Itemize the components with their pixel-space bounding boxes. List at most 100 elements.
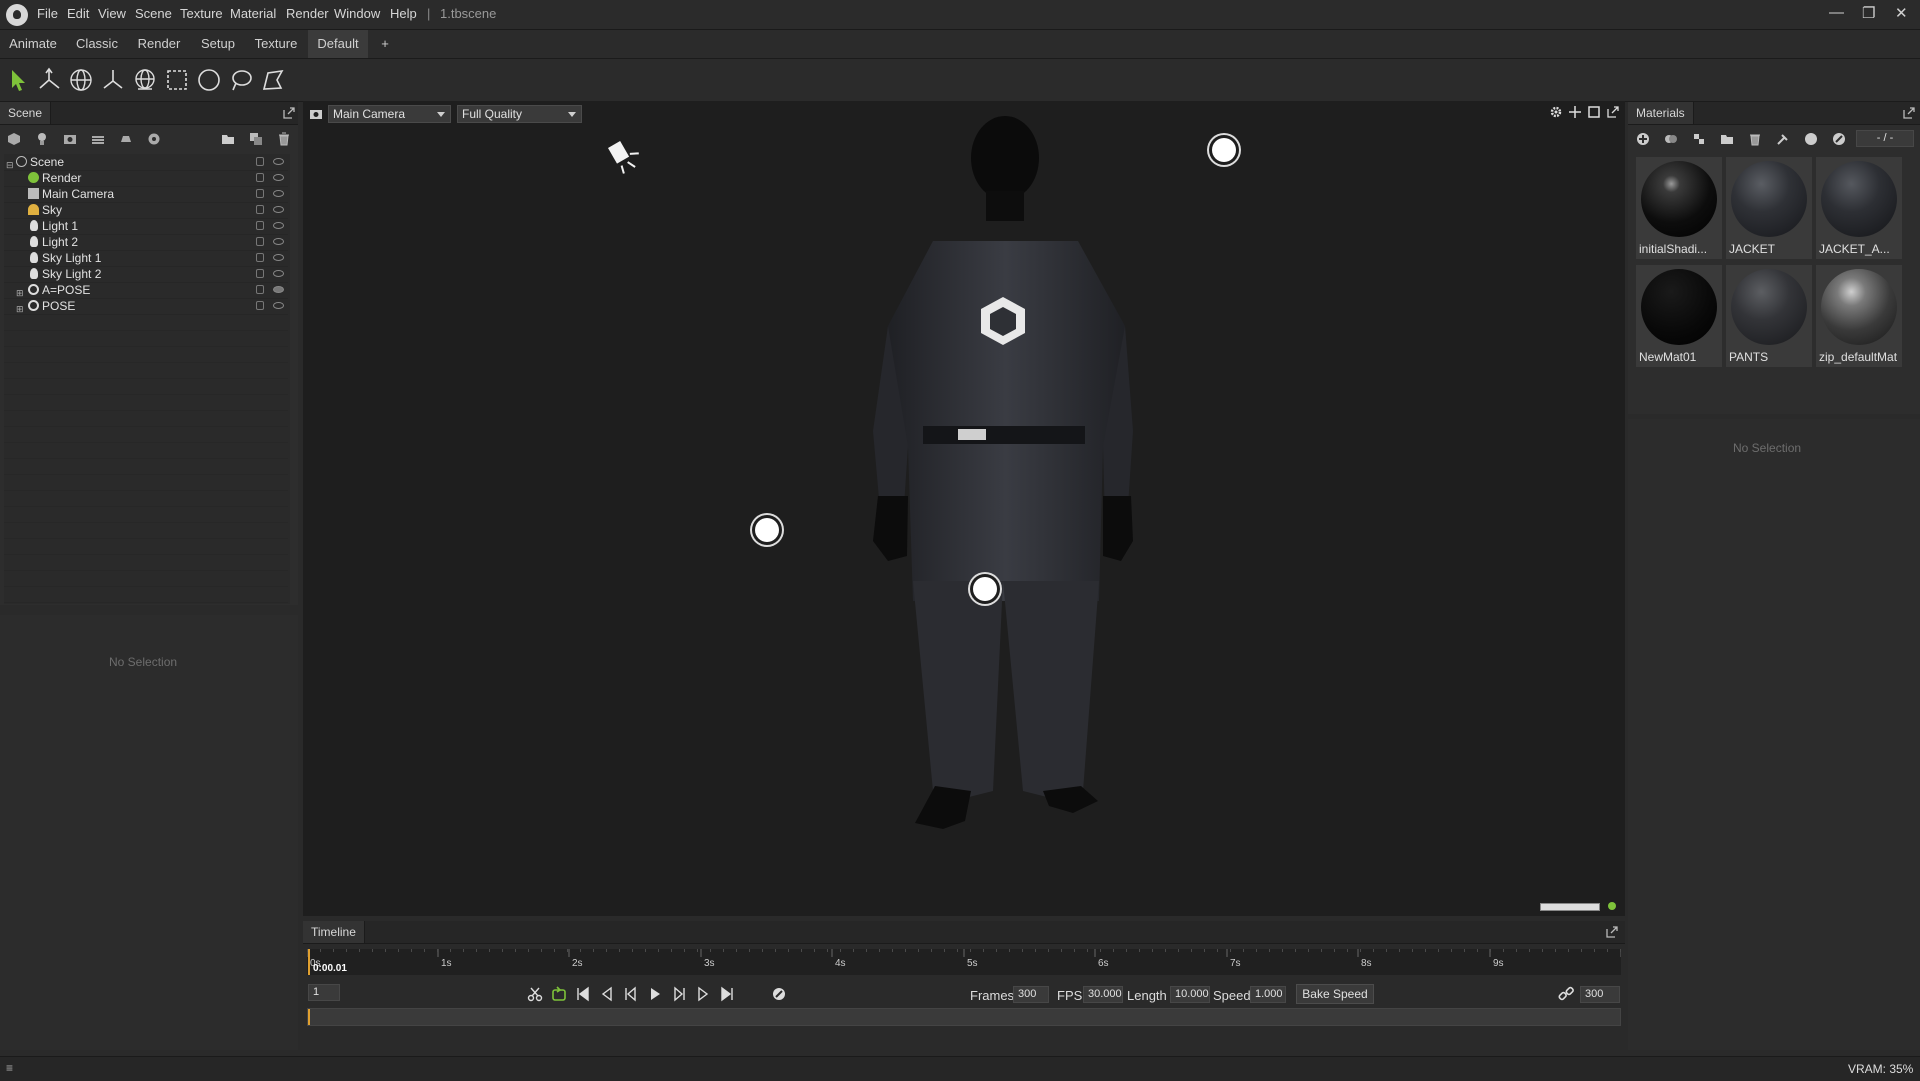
checker-icon[interactable]	[1692, 132, 1706, 146]
lock-icon[interactable]	[256, 189, 264, 198]
tree-row-pose[interactable]: ⊞ POSE	[4, 298, 288, 315]
current-frame-field[interactable]: 1	[308, 984, 340, 1001]
step-back-icon[interactable]	[599, 986, 615, 1002]
material-picker-icon[interactable]	[1832, 132, 1846, 146]
lock-icon[interactable]	[256, 205, 264, 214]
lock-icon[interactable]	[256, 285, 264, 294]
bake-speed-button[interactable]: Bake Speed	[1296, 984, 1374, 1004]
tree-row-sky[interactable]: Sky	[4, 202, 288, 219]
end-frame-field[interactable]: 300	[1580, 986, 1620, 1003]
visibility-eye-icon[interactable]	[273, 302, 284, 309]
crosshair-icon[interactable]	[1568, 105, 1582, 119]
link-icon[interactable]	[1558, 986, 1574, 1002]
visibility-eye-icon[interactable]	[273, 206, 284, 213]
tab-render[interactable]: Render	[130, 30, 188, 58]
camera-dropdown[interactable]: Main Camera	[328, 105, 451, 123]
material-thumb[interactable]: JACKET_A...	[1816, 157, 1902, 259]
fps-field[interactable]: 30.000	[1083, 986, 1123, 1003]
speed-field[interactable]: 1.000	[1250, 986, 1286, 1003]
minimize-icon[interactable]: —	[1829, 4, 1844, 21]
visibility-eye-icon[interactable]	[273, 270, 284, 277]
add-fog-icon[interactable]	[91, 132, 105, 146]
pivot-icon[interactable]	[100, 67, 126, 93]
folder-icon[interactable]	[221, 132, 235, 146]
close-icon[interactable]: ✕	[1895, 4, 1908, 22]
lock-icon[interactable]	[256, 221, 264, 230]
lock-icon[interactable]	[256, 269, 264, 278]
lock-icon[interactable]	[256, 301, 264, 310]
circle-select-icon[interactable]	[196, 67, 222, 93]
tree-row-sky-light-1[interactable]: Sky Light 1	[4, 250, 288, 267]
tree-row-sky-light-2[interactable]: Sky Light 2	[4, 266, 288, 283]
rect-select-icon[interactable]	[164, 67, 190, 93]
add-layout-button[interactable]: +	[372, 30, 398, 58]
viewport-camera-icon[interactable]	[309, 107, 323, 121]
menu-file[interactable]: File	[37, 6, 58, 21]
duplicate-icon[interactable]	[249, 132, 263, 146]
tree-row-render[interactable]: Render	[4, 170, 288, 187]
directional-light-gizmo[interactable]	[608, 136, 644, 174]
menu-window[interactable]: Window	[334, 6, 380, 21]
pop-out-icon[interactable]	[282, 106, 296, 120]
tree-row-a-pose[interactable]: ⊞ A=POSE	[4, 282, 288, 299]
next-frame-icon[interactable]	[671, 986, 687, 1002]
loop-icon[interactable]	[551, 986, 567, 1002]
pop-out-icon[interactable]	[1605, 925, 1619, 939]
light-gizmo-1[interactable]	[1212, 138, 1236, 162]
lock-icon[interactable]	[256, 237, 264, 246]
material-thumb[interactable]: PANTS	[1726, 265, 1812, 367]
prev-frame-icon[interactable]	[623, 986, 639, 1002]
visibility-eye-icon[interactable]	[273, 190, 284, 197]
pop-out-icon[interactable]	[1606, 105, 1620, 119]
delete-icon[interactable]	[1748, 132, 1762, 146]
quality-dropdown[interactable]: Full Quality	[457, 105, 582, 123]
play-icon[interactable]	[647, 986, 663, 1002]
visibility-eye-icon[interactable]	[273, 158, 284, 165]
lasso-select-icon[interactable]	[228, 67, 254, 93]
delete-icon[interactable]	[277, 132, 291, 146]
menu-edit[interactable]: Edit	[67, 6, 89, 21]
hidden-eye-icon[interactable]	[273, 286, 284, 293]
menu-lines-icon[interactable]: ≡	[6, 1061, 13, 1075]
viewport[interactable]	[303, 101, 1625, 916]
rotate-globe-icon[interactable]	[68, 67, 94, 93]
select-by-material-icon[interactable]	[1804, 132, 1818, 146]
lock-icon[interactable]	[256, 173, 264, 182]
keyframe-track[interactable]	[307, 1008, 1621, 1026]
visibility-eye-icon[interactable]	[273, 254, 284, 261]
material-thumb[interactable]: zip_defaultMat	[1816, 265, 1902, 367]
add-shadow-catcher-icon[interactable]	[119, 132, 133, 146]
visibility-eye-icon[interactable]	[273, 222, 284, 229]
add-material-icon[interactable]	[1636, 132, 1650, 146]
light-gizmo-2[interactable]	[755, 518, 779, 542]
frames-field[interactable]: 300	[1013, 986, 1049, 1003]
menu-scene[interactable]: Scene	[135, 6, 172, 21]
menu-help[interactable]: Help	[390, 6, 417, 21]
settings-gear-icon[interactable]	[1549, 105, 1563, 119]
timeline-ruler[interactable]: 0s 1s 2s 3s 4s 5s 6s 7s 8s 9s 0:00.01	[307, 949, 1621, 975]
tree-row-scene[interactable]: ⊟ Scene	[4, 154, 288, 171]
tab-texture[interactable]: Texture	[248, 30, 304, 58]
menu-render[interactable]: Render	[286, 6, 329, 21]
frame-icon[interactable]	[1587, 105, 1601, 119]
material-thumb[interactable]: initialShadi...	[1636, 157, 1722, 259]
step-forward-icon[interactable]	[695, 986, 711, 1002]
add-camera-icon[interactable]	[63, 132, 77, 146]
material-thumb[interactable]: NewMat01	[1636, 265, 1722, 367]
playhead[interactable]	[308, 949, 310, 975]
add-light-icon[interactable]	[35, 132, 49, 146]
add-sky-icon[interactable]	[147, 132, 161, 146]
material-thumb[interactable]: JACKET	[1726, 157, 1812, 259]
menu-material[interactable]: Material	[230, 6, 276, 21]
visibility-eye-icon[interactable]	[273, 174, 284, 181]
jump-start-icon[interactable]	[575, 986, 591, 1002]
lock-icon[interactable]	[256, 157, 264, 166]
folder-icon[interactable]	[1720, 132, 1734, 146]
tab-default[interactable]: Default	[308, 30, 368, 58]
add-object-icon[interactable]	[7, 132, 21, 146]
jump-end-icon[interactable]	[719, 986, 735, 1002]
polygon-select-icon[interactable]	[260, 67, 286, 93]
menu-texture[interactable]: Texture	[180, 6, 223, 21]
tab-setup[interactable]: Setup	[192, 30, 244, 58]
scissors-icon[interactable]	[527, 986, 543, 1002]
